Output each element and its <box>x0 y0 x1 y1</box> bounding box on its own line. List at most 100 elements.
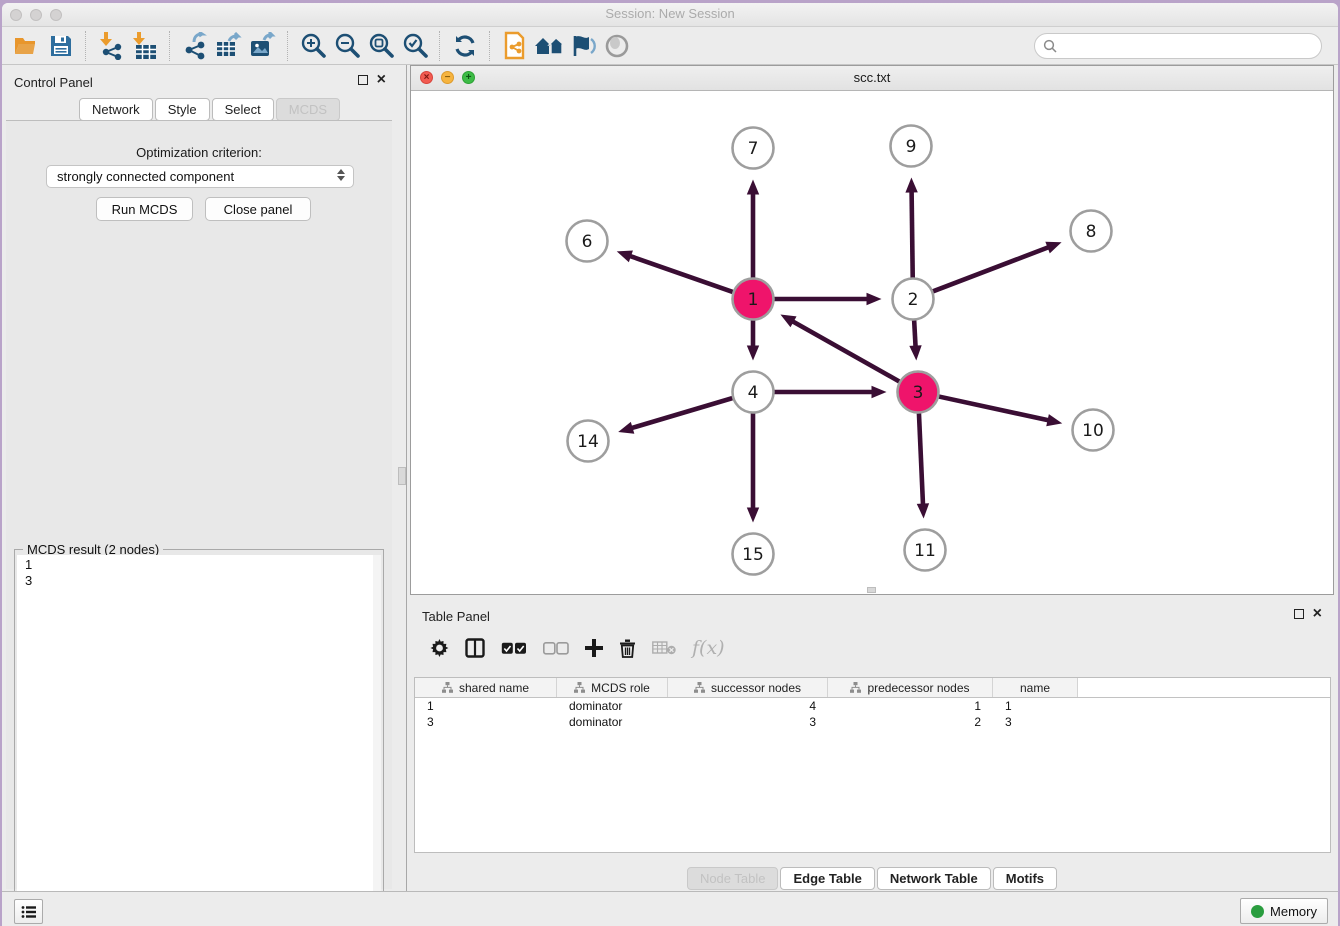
add-column-icon[interactable] <box>585 639 603 657</box>
desktop-edge <box>0 0 1340 3</box>
column-header-predecessor-nodes[interactable]: predecessor nodes <box>828 678 993 697</box>
function-builder-icon[interactable]: f(x) <box>692 637 725 659</box>
edge-2-3[interactable] <box>914 320 915 347</box>
table-row[interactable]: 3 dominator 3 2 3 <box>415 714 1330 730</box>
open-folder-icon[interactable] <box>10 30 44 62</box>
mcds-result-box: MCDS result (2 nodes) 1 3 <box>14 549 384 923</box>
zoom-in-icon[interactable] <box>296 30 330 62</box>
memory-label: Memory <box>1270 904 1317 919</box>
export-network-icon[interactable] <box>178 30 212 62</box>
vertical-splitter[interactable] <box>396 65 410 895</box>
tab-network[interactable]: Network <box>79 98 153 121</box>
eye-slash-icon[interactable] <box>566 30 600 62</box>
delete-table-icon[interactable] <box>652 641 676 655</box>
search-icon <box>1043 39 1057 53</box>
edge-arrowhead <box>747 508 759 523</box>
close-panel-icon[interactable]: × <box>1313 609 1322 619</box>
run-mcds-button[interactable]: Run MCDS <box>96 197 193 221</box>
zoom-selected-icon[interactable] <box>398 30 432 62</box>
select-all-checkboxes-icon[interactable] <box>501 642 527 655</box>
column-header-successor-nodes[interactable]: successor nodes <box>668 678 828 697</box>
graph-node-label: 14 <box>577 432 599 452</box>
import-table-icon[interactable] <box>128 30 162 62</box>
edge-1-6[interactable] <box>629 256 733 292</box>
float-panel-icon[interactable] <box>358 75 368 85</box>
task-history-button[interactable] <box>14 899 43 924</box>
edge-3-1[interactable] <box>792 321 900 382</box>
import-network-icon[interactable] <box>94 30 128 62</box>
edge-arrowhead <box>617 250 633 262</box>
node-table: shared name MCDS role successor nodes pr… <box>414 677 1331 853</box>
tab-node-table[interactable]: Node Table <box>687 867 779 890</box>
edge-arrowhead <box>618 422 634 434</box>
status-bar: Memory <box>2 891 1338 926</box>
edge-2-8[interactable] <box>933 247 1049 291</box>
control-panel: Control Panel × Network Style Select MCD… <box>2 65 396 895</box>
graph-node-label: 3 <box>913 383 924 403</box>
close-panel-button[interactable]: Close panel <box>205 197 311 221</box>
tab-style[interactable]: Style <box>155 98 210 121</box>
sphere-icon[interactable] <box>600 30 634 62</box>
edge-3-11[interactable] <box>919 413 923 505</box>
search-input[interactable] <box>1034 33 1322 59</box>
close-panel-icon[interactable]: × <box>377 75 386 85</box>
window-title: Session: New Session <box>2 6 1338 21</box>
criterion-value: strongly connected component <box>57 169 234 184</box>
memory-button[interactable]: Memory <box>1240 898 1328 924</box>
control-panel-tabs: Network Style Select MCDS <box>78 98 341 121</box>
mcds-result-scrollbar[interactable] <box>373 555 381 920</box>
document-share-icon[interactable] <box>498 30 532 62</box>
zoom-out-icon[interactable] <box>330 30 364 62</box>
control-panel-title: Control Panel <box>14 75 93 90</box>
edge-2-9[interactable] <box>912 190 913 277</box>
column-type-icon <box>574 682 585 693</box>
edge-arrowhead <box>747 346 759 361</box>
column-header-mcds-role[interactable]: MCDS role <box>557 678 668 697</box>
tab-mcds[interactable]: MCDS <box>276 98 340 121</box>
network-view-title: scc.txt <box>411 70 1333 85</box>
table-panel-tabs: Node Table Edge Table Network Table Moti… <box>410 867 1334 890</box>
toolbar-separator <box>287 31 289 61</box>
optimization-criterion-label: Optimization criterion: <box>6 145 392 160</box>
toolbar-separator <box>169 31 171 61</box>
float-panel-icon[interactable] <box>1294 609 1304 619</box>
graph-node-label: 6 <box>582 232 593 252</box>
houses-icon[interactable] <box>532 30 566 62</box>
titlebar: Session: New Session <box>2 3 1338 27</box>
column-header-name[interactable]: name <box>993 678 1078 697</box>
splitter-handle[interactable] <box>398 467 406 485</box>
zoom-fit-icon[interactable] <box>364 30 398 62</box>
delete-column-icon[interactable] <box>619 638 636 658</box>
column-type-icon <box>442 682 453 693</box>
toolbar-separator <box>85 31 87 61</box>
tab-network-table[interactable]: Network Table <box>877 867 991 890</box>
tab-edge-table[interactable]: Edge Table <box>780 867 874 890</box>
export-table-icon[interactable] <box>212 30 246 62</box>
graph-node-label: 7 <box>748 139 759 159</box>
graph-node-label: 15 <box>742 545 764 565</box>
edge-4-14[interactable] <box>631 398 733 428</box>
column-header-shared-name[interactable]: shared name <box>415 678 557 697</box>
edge-arrowhead <box>909 345 921 360</box>
export-image-icon[interactable] <box>246 30 280 62</box>
edge-arrowhead <box>872 386 887 398</box>
column-type-icon <box>694 682 705 693</box>
show-column-icon[interactable] <box>465 638 485 658</box>
network-resize-handle[interactable] <box>867 587 876 593</box>
save-icon[interactable] <box>44 30 78 62</box>
deselect-all-checkboxes-icon[interactable] <box>543 642 569 655</box>
edge-3-10[interactable] <box>939 397 1050 421</box>
tab-motifs[interactable]: Motifs <box>993 867 1057 890</box>
graph-node-label: 1 <box>748 290 759 310</box>
criterion-select[interactable]: strongly connected component <box>46 165 354 188</box>
table-settings-gear-icon[interactable] <box>430 639 449 658</box>
table-row[interactable]: 1 dominator 4 1 1 <box>415 698 1330 714</box>
edge-arrowhead <box>905 177 917 192</box>
search-field-wrap <box>1034 33 1322 59</box>
network-canvas[interactable]: 7968124314101511 <box>411 90 1333 594</box>
mcds-result-text[interactable]: 1 3 <box>17 555 373 920</box>
memory-status-icon <box>1251 905 1264 918</box>
graph-node-label: 8 <box>1086 222 1097 242</box>
tab-select[interactable]: Select <box>212 98 274 121</box>
refresh-icon[interactable] <box>448 30 482 62</box>
